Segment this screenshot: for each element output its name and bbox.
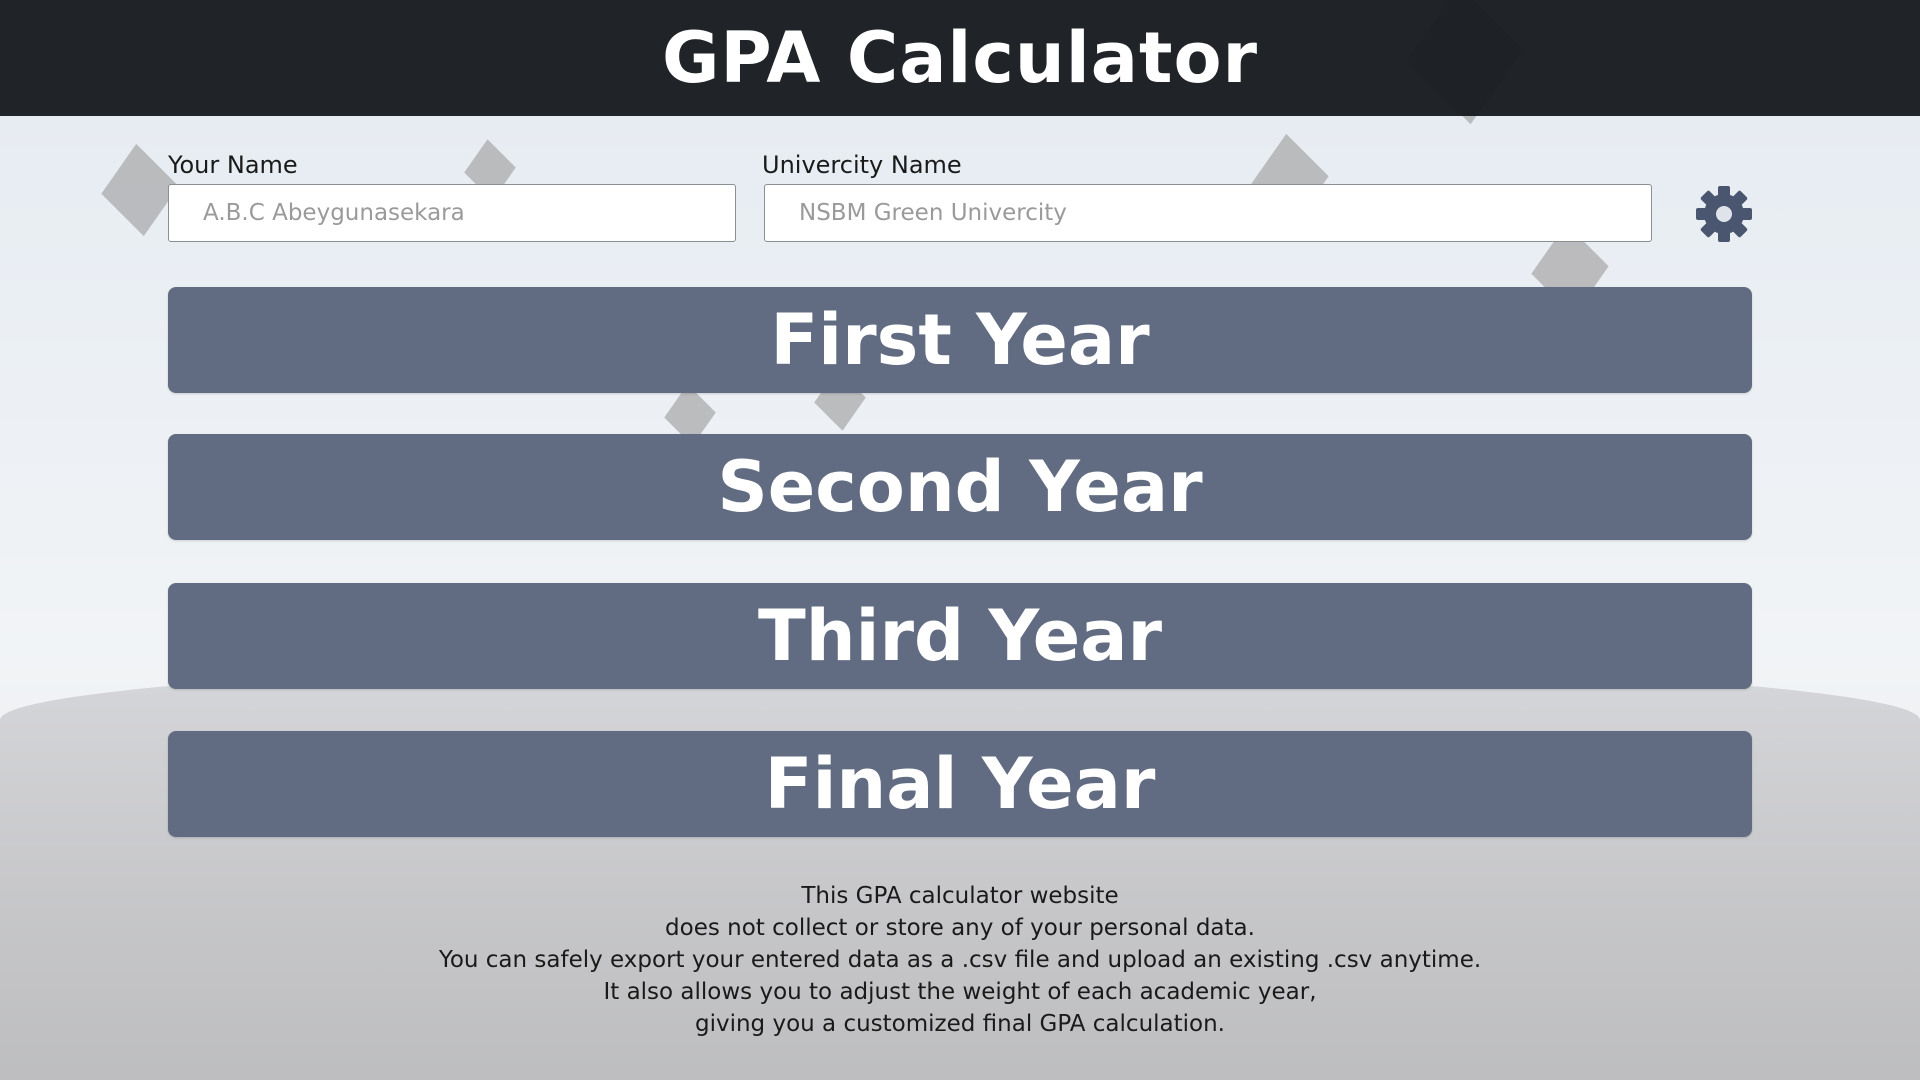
info-line: does not collect or store any of your pe… [665, 915, 1255, 941]
gear-icon [1696, 186, 1752, 242]
info-line: You can safely export your entered data … [438, 947, 1482, 973]
app-header: GPA Calculator [0, 0, 1920, 116]
info-line: giving you a customized final GPA calcul… [694, 1011, 1225, 1037]
privacy-info: This GPA calculator website does not col… [0, 880, 1920, 1040]
university-input[interactable] [764, 184, 1652, 242]
university-label: Univercity Name [762, 151, 962, 179]
info-line: It also allows you to adjust the weight … [603, 979, 1317, 1005]
final-year-button[interactable]: Final Year [168, 731, 1752, 837]
third-year-button[interactable]: Third Year [168, 583, 1752, 689]
page-title: GPA Calculator [661, 17, 1259, 99]
settings-button[interactable] [1694, 184, 1754, 244]
info-line: This GPA calculator website [801, 883, 1119, 909]
name-label: Your Name [168, 151, 298, 179]
first-year-button[interactable]: First Year [168, 287, 1752, 393]
name-input[interactable] [168, 184, 736, 242]
second-year-button[interactable]: Second Year [168, 434, 1752, 540]
